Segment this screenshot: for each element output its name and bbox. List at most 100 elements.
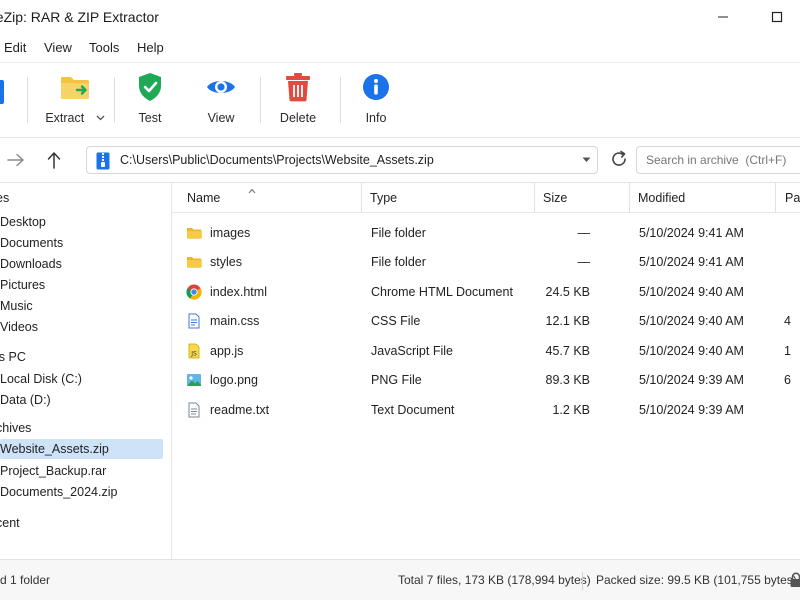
table-row[interactable]: JS app.js JavaScript File 45.7 KB 5/10/2… [172,337,800,366]
menu-help[interactable]: Help [137,33,164,63]
info-button[interactable]: Info [352,71,400,131]
table-row[interactable]: styles File folder — 5/10/2024 9:41 AM [172,248,800,277]
file-name: readme.txt [210,403,270,417]
arrow-up-icon [47,152,61,169]
folder-icon [187,228,202,239]
column-packed[interactable]: Pac [785,183,800,213]
arrow-right-icon [7,153,24,167]
column-size[interactable]: Size [543,183,567,213]
forward-button[interactable] [4,148,28,172]
window-title: eeZip: RAR & ZIP Extractor [0,9,159,25]
test-label: Test [138,111,162,125]
toolbar-separator [114,77,115,123]
sort-ascending-icon [248,188,256,194]
table-row[interactable]: readme.txt Text Document 1.2 KB 5/10/202… [172,396,800,425]
status-total: Total 7 files, 173 KB (178,994 bytes) [398,573,591,587]
delete-button[interactable]: Delete [274,71,322,131]
extract-button[interactable]: Extract [45,71,105,131]
chrome-icon [186,284,202,300]
file-name: logo.png [210,373,258,387]
sidebar-item-documents-2024[interactable]: Documents_2024.zip [0,482,163,502]
test-button[interactable]: Test [126,71,174,131]
file-name: main.css [210,314,260,328]
toolbar: Extract Test View Delete Info [0,63,800,138]
extract-label: Extract [45,111,85,125]
toolbar-separator [260,77,261,123]
status-selection: d 1 folder [0,573,51,587]
file-type: JavaScript File [371,344,453,358]
svg-text:JS: JS [190,351,197,358]
file-size: 12.1 KB [545,314,590,328]
menu-view[interactable]: View [44,33,72,63]
address-bar[interactable]: C:\Users\Public\Documents\Projects\Websi… [86,146,598,174]
sidebar-item-data-drive[interactable]: Data (D:) [0,390,163,410]
add-archive-icon[interactable] [0,80,4,104]
table-row[interactable]: images File folder — 5/10/2024 9:41 AM [172,219,800,248]
up-button[interactable] [42,148,66,172]
file-modified: 5/10/2024 9:40 AM [639,344,744,358]
sidebar-item-local-disk[interactable]: Local Disk (C:) [0,369,163,389]
refresh-icon [612,150,626,166]
view-label: View [207,111,235,125]
toolbar-separator [340,77,341,123]
table-row[interactable]: main.css CSS File 12.1 KB 5/10/2024 9:40… [172,307,800,336]
file-modified: 5/10/2024 9:39 AM [639,403,744,417]
file-size: 24.5 KB [545,285,590,299]
menu-bar: Edit View Tools Help [0,33,800,63]
view-button[interactable]: View [197,71,245,131]
address-path: C:\Users\Public\Documents\Projects\Websi… [120,153,434,167]
status-packed-size: Packed size: 99.5 KB (101,755 bytes) [596,573,797,587]
file-modified: 5/10/2024 9:40 AM [639,314,744,328]
shield-check-icon [134,71,166,103]
menu-tools[interactable]: Tools [89,33,119,63]
sidebar-item-documents[interactable]: Documents [0,233,163,253]
file-packed: 4 [784,314,791,328]
file-modified: 5/10/2024 9:41 AM [639,255,744,269]
minimize-button[interactable] [700,0,746,33]
sidebar-item-downloads[interactable]: Downloads [0,254,163,274]
toolbar-separator [27,77,28,123]
menu-edit[interactable]: Edit [4,33,26,63]
file-size: 45.7 KB [545,344,590,358]
lock-icon [790,572,800,587]
file-type: Text Document [371,403,455,417]
file-size: 89.3 KB [545,373,590,387]
file-type: File folder [371,255,426,269]
file-packed: 1 [784,344,791,358]
sidebar-item-music[interactable]: Music [0,296,163,316]
delete-label: Delete [279,111,317,125]
sidebar-header-recent[interactable]: cent [0,516,20,530]
document-icon [188,402,200,418]
file-name: styles [210,255,242,269]
column-name[interactable]: Name [187,183,220,213]
search-input[interactable] [637,147,800,173]
status-bar: d 1 folder Total 7 files, 173 KB (178,99… [0,559,800,600]
image-file-icon [187,374,201,386]
title-bar: eeZip: RAR & ZIP Extractor [0,0,800,33]
extract-folder-icon [59,71,91,103]
column-modified[interactable]: Modified [638,183,685,213]
sidebar-item-videos[interactable]: Videos [0,317,163,337]
refresh-button[interactable] [609,149,629,174]
folder-icon [187,257,202,268]
maximize-button[interactable] [754,0,800,33]
zip-archive-icon [96,152,110,170]
info-icon [360,71,392,103]
table-row[interactable]: index.html Chrome HTML Document 24.5 KB … [172,278,800,307]
search-box [636,146,800,174]
trash-icon [282,71,314,103]
file-type: File folder [371,226,426,240]
sidebar-item-pictures[interactable]: Pictures [0,275,163,295]
file-name: images [210,226,251,240]
sidebar-item-project-backup[interactable]: Project_Backup.rar [0,461,163,481]
sidebar: es Desktop Documents Downloads Pictures … [0,183,172,559]
sidebar-header-quick-access: es [0,191,10,205]
sidebar-item-desktop[interactable]: Desktop [0,212,163,232]
table-row[interactable]: logo.png PNG File 89.3 KB 5/10/2024 9:39… [172,366,800,395]
column-type[interactable]: Type [370,183,397,213]
sidebar-item-website-assets[interactable]: Website_Assets.zip [0,439,163,459]
file-list: Name Type Size Modified Pac images File … [172,183,800,559]
file-name: app.js [210,344,244,358]
file-modified: 5/10/2024 9:40 AM [639,285,744,299]
chevron-down-icon [96,115,105,121]
